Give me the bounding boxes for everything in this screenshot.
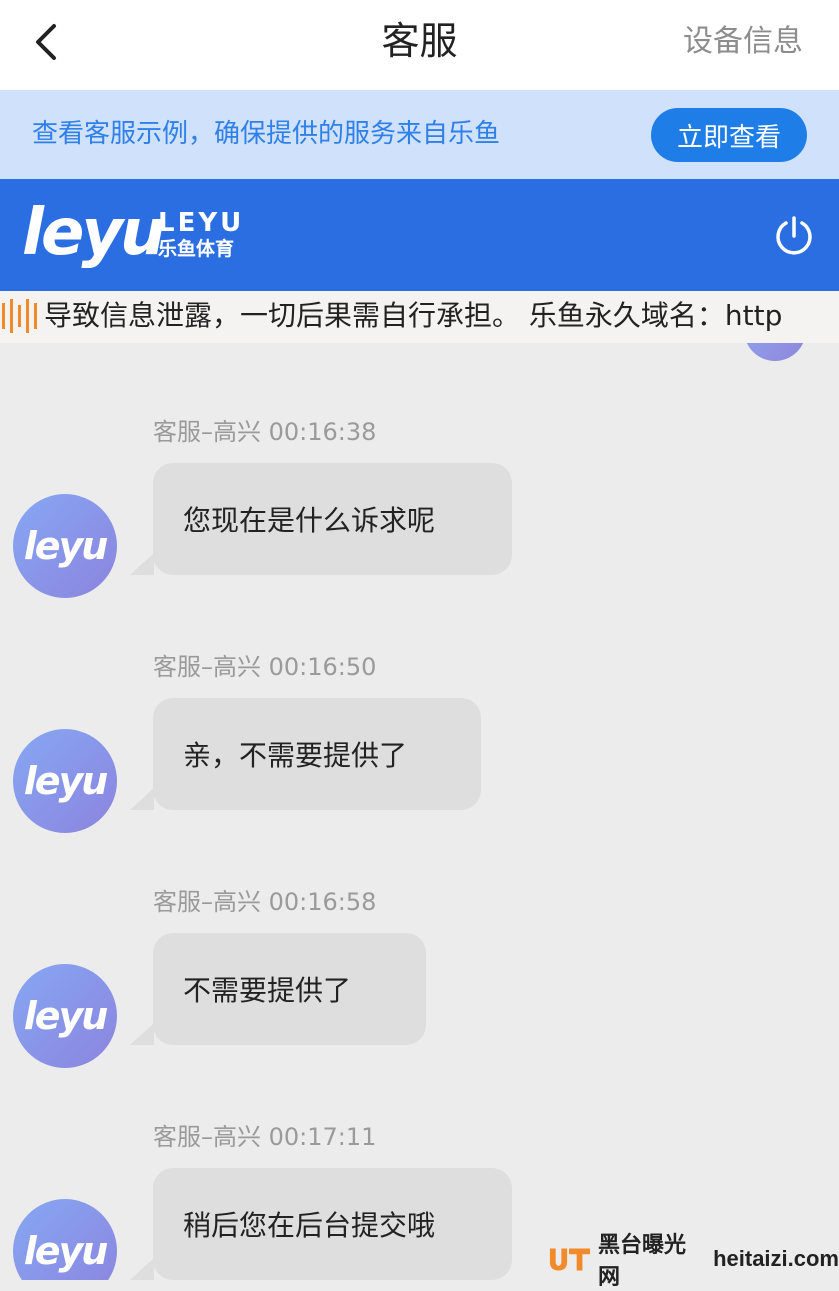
message-bubble: 您现在是什么诉求呢 bbox=[153, 463, 512, 575]
agent-avatar: leyu bbox=[13, 964, 117, 1068]
message-meta: 客服–高兴 00:16:58 bbox=[153, 887, 376, 917]
avatar-logo-text: leyu bbox=[23, 524, 109, 568]
brand-header: leyu LEYU 乐鱼体育 bbox=[0, 179, 839, 291]
message-sender: 客服–高兴 bbox=[153, 1123, 261, 1151]
bubble-tail bbox=[130, 788, 154, 810]
brand-logo-cn: 乐鱼体育 bbox=[158, 238, 235, 260]
message-meta: 客服–高兴 00:17:11 bbox=[153, 1122, 376, 1152]
message-meta: 客服–高兴 00:16:50 bbox=[153, 652, 376, 682]
notice-text: 查看客服示例，确保提供的服务来自乐鱼 bbox=[32, 119, 501, 149]
message-time: 00:17:11 bbox=[268, 1123, 377, 1151]
avatar-logo-text: leyu bbox=[23, 1229, 109, 1273]
agent-avatar: leyu bbox=[13, 729, 117, 833]
brand-logo-en: LEYU bbox=[158, 208, 245, 238]
avatar-logo-text: leyu bbox=[23, 759, 109, 803]
chat-message-list[interactable]: 客服–高兴 00:16:38 leyu 您现在是什么诉求呢 客服–高兴 00:1… bbox=[0, 343, 839, 1280]
message-meta: 客服–高兴 00:16:38 bbox=[153, 417, 376, 447]
message-bubble: 亲，不需要提供了 bbox=[153, 698, 481, 810]
power-button[interactable] bbox=[772, 214, 816, 258]
announcement-marquee: 导致信息泄露，一切后果需自行承担。 乐鱼永久域名：http bbox=[0, 291, 839, 343]
message-sender: 客服–高兴 bbox=[153, 418, 261, 446]
watermark-domain: heitaizi.com bbox=[713, 1246, 839, 1271]
user-avatar bbox=[744, 343, 806, 361]
message-sender: 客服–高兴 bbox=[153, 888, 261, 916]
site-watermark: 黑台曝光网 heitaizi.com bbox=[548, 1233, 839, 1290]
announcement-text: 导致信息泄露，一切后果需自行承担。 乐鱼永久域名：http bbox=[44, 299, 783, 332]
announcement-bars-icon bbox=[2, 299, 37, 333]
message-time: 00:16:58 bbox=[268, 888, 377, 916]
bubble-tail bbox=[130, 1023, 154, 1045]
message-bubble: 稍后您在后台提交哦 bbox=[153, 1168, 512, 1280]
top-nav-bar: 客服 设备信息 bbox=[0, 0, 839, 90]
message-time: 00:16:50 bbox=[268, 653, 377, 681]
watermark-cn: 黑台曝光网 bbox=[597, 1233, 686, 1290]
avatar-logo-text: leyu bbox=[23, 994, 109, 1038]
power-icon bbox=[776, 216, 812, 255]
agent-avatar: leyu bbox=[13, 494, 117, 598]
message-sender: 客服–高兴 bbox=[153, 653, 261, 681]
message-time: 00:16:38 bbox=[268, 418, 377, 446]
message-bubble: 不需要提供了 bbox=[153, 933, 426, 1045]
bubble-tail bbox=[130, 553, 154, 575]
brand-logo: leyu bbox=[22, 196, 166, 270]
view-now-button[interactable]: 立即查看 bbox=[651, 108, 807, 162]
bubble-tail bbox=[130, 1258, 154, 1280]
watermark-logo-icon bbox=[549, 1248, 591, 1271]
agent-avatar: leyu bbox=[13, 1199, 117, 1280]
device-info-button[interactable]: 设备信息 bbox=[683, 22, 803, 62]
